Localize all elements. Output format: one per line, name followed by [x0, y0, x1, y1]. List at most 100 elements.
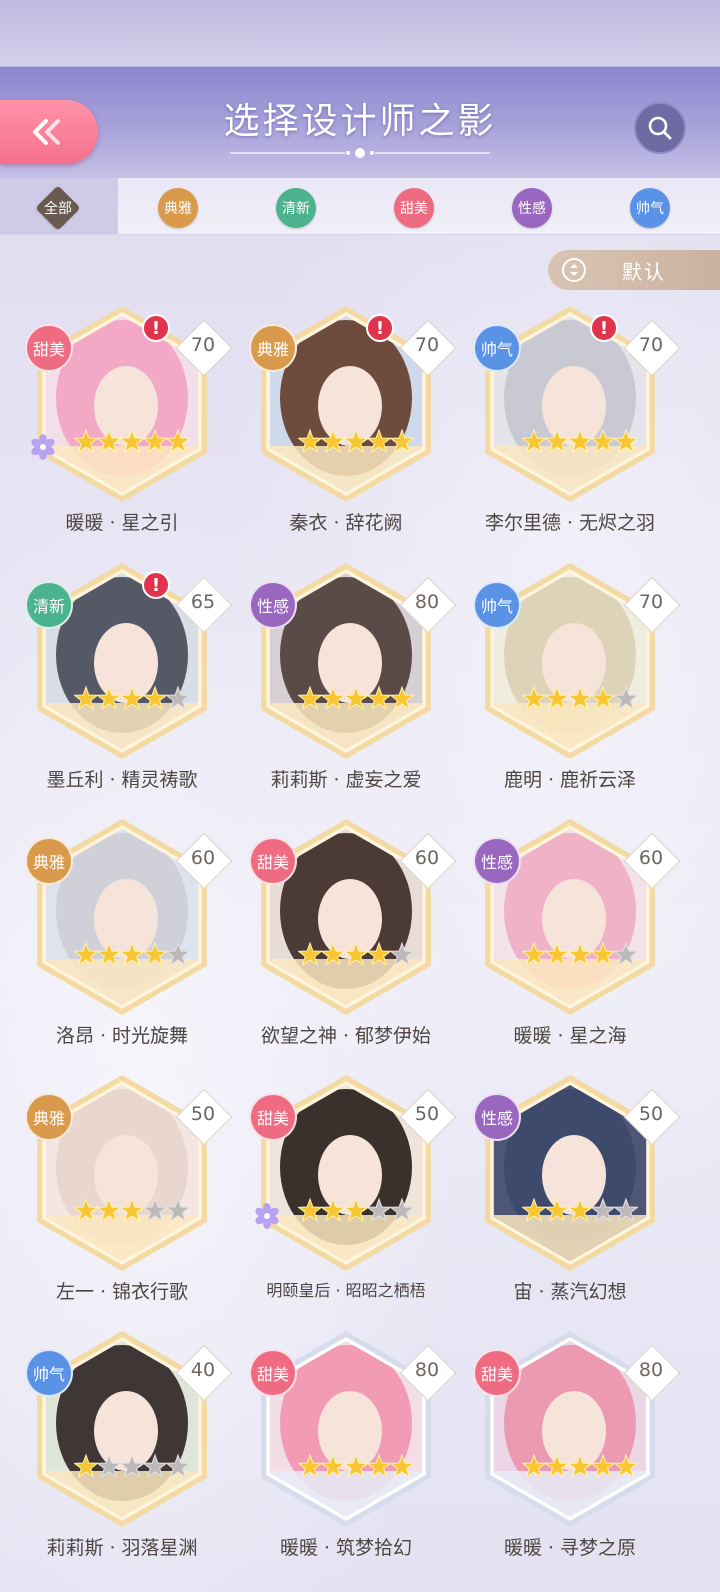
designer-card[interactable]: 清新 65! 墨丘利 · 精灵祷歌: [22, 563, 233, 813]
level-value: 70: [190, 334, 216, 356]
search-button[interactable]: [634, 102, 686, 154]
star-filled-icon: [567, 1453, 593, 1478]
style-badge: 帅气: [473, 581, 521, 629]
style-badge: 帅气: [473, 324, 521, 372]
star-filled-icon: [522, 941, 547, 966]
sort-icon: [562, 258, 586, 282]
designer-name: 秦衣 · 辞花阙: [289, 512, 403, 534]
style-filter-tabs: 全部 典雅 清新 甜美 性感 帅气: [0, 178, 720, 235]
star-filled-icon: [96, 941, 122, 966]
star-filled-icon: [142, 685, 168, 710]
star-empty-icon: [165, 1453, 191, 1478]
star-empty-icon: [389, 1197, 415, 1222]
star-filled-icon: [320, 1197, 346, 1222]
star-filled-icon: [320, 941, 346, 966]
star-filled-icon: [366, 941, 392, 966]
designer-card[interactable]: 性感 80 莉莉斯 · 虚妄之爱: [246, 563, 457, 813]
level-value: 60: [638, 847, 664, 869]
star-empty-icon: [165, 941, 191, 966]
star-filled-icon: [74, 941, 99, 966]
star-filled-icon: [590, 428, 616, 453]
designer-name: 暖暖 · 星之海: [513, 1025, 627, 1047]
star-empty-icon: [613, 1197, 639, 1222]
designer-card[interactable]: 甜美 50 明颐皇后 · 昭昭之栖梧: [246, 1075, 457, 1325]
sort-label: 默认: [622, 259, 666, 284]
star-filled-icon: [544, 941, 570, 966]
level-value: 60: [414, 847, 440, 869]
star-filled-icon: [366, 685, 392, 710]
flower-icon: [255, 1203, 279, 1229]
star-filled-icon: [119, 1197, 145, 1222]
style-badge: 性感: [473, 837, 521, 885]
designer-name: 李尔里德 · 无烬之羽: [484, 512, 656, 534]
designer-card[interactable]: 帅气 70 鹿明 · 鹿祈云泽: [470, 563, 681, 813]
designer-card[interactable]: 帅气 40 莉莉斯 · 羽落星渊: [22, 1331, 233, 1581]
star-empty-icon: [613, 941, 639, 966]
designer-card[interactable]: 甜美 80 暖暖 · 寻梦之原: [470, 1331, 681, 1581]
tab-2[interactable]: 清新: [276, 188, 316, 228]
designer-card[interactable]: 典雅 60 洛昂 · 时光旋舞: [22, 819, 233, 1069]
tab-4[interactable]: 性感: [512, 188, 552, 228]
star-filled-icon: [590, 941, 616, 966]
star-filled-icon: [142, 428, 168, 453]
star-filled-icon: [544, 428, 570, 453]
star-filled-icon: [522, 1453, 547, 1478]
star-filled-icon: [74, 1453, 99, 1478]
star-rating: [522, 685, 639, 710]
level-value: 65: [190, 591, 216, 613]
star-filled-icon: [389, 428, 415, 453]
star-rating: [298, 1197, 415, 1222]
designer-card[interactable]: 帅气 70! 李尔里德 · 无烬之羽: [470, 306, 681, 556]
star-filled-icon: [298, 1453, 323, 1478]
star-filled-icon: [320, 428, 346, 453]
star-rating: [298, 428, 415, 453]
style-badge: 甜美: [249, 837, 297, 885]
star-filled-icon: [590, 685, 616, 710]
star-filled-icon: [389, 685, 415, 710]
star-filled-icon: [74, 685, 99, 710]
designer-card[interactable]: 性感 60 暖暖 · 星之海: [470, 819, 681, 1069]
star-empty-icon: [590, 1197, 616, 1222]
tab-1[interactable]: 典雅: [158, 188, 198, 228]
star-rating: [522, 428, 639, 453]
star-rating: [74, 1453, 191, 1478]
tab-5[interactable]: 帅气: [630, 188, 670, 228]
level-value: 50: [638, 1103, 664, 1125]
designer-card[interactable]: 甜美 60 欲望之神 · 郁梦伊始: [246, 819, 457, 1069]
star-empty-icon: [142, 1453, 168, 1478]
designer-name: 鹿明 · 鹿祈云泽: [503, 769, 637, 791]
level-value: 70: [638, 334, 664, 356]
tab-label: 清新: [282, 201, 310, 217]
level-value: 80: [638, 1359, 664, 1381]
designer-name: 明颐皇后 · 昭昭之栖梧: [266, 1281, 426, 1300]
star-rating: [74, 1197, 191, 1222]
star-filled-icon: [343, 1453, 369, 1478]
star-filled-icon: [522, 1197, 547, 1222]
sort-button[interactable]: 默认: [548, 250, 720, 290]
designer-card[interactable]: 甜美 80 暖暖 · 筑梦拾幻: [246, 1331, 457, 1581]
star-filled-icon: [590, 1453, 616, 1478]
star-rating: [298, 941, 415, 966]
star-filled-icon: [544, 1197, 570, 1222]
star-filled-icon: [119, 941, 145, 966]
designer-name: 暖暖 · 星之引: [65, 512, 179, 534]
star-empty-icon: [389, 941, 415, 966]
star-filled-icon: [567, 1197, 593, 1222]
tab-3[interactable]: 甜美: [394, 188, 434, 228]
designer-card[interactable]: 典雅 50 左一 · 锦衣行歌: [22, 1075, 233, 1325]
star-filled-icon: [522, 685, 547, 710]
level-value: 40: [190, 1359, 216, 1381]
star-empty-icon: [142, 1197, 168, 1222]
designer-name: 洛昂 · 时光旋舞: [55, 1025, 189, 1047]
level-value: 70: [414, 334, 440, 356]
star-filled-icon: [320, 685, 346, 710]
star-rating: [298, 1453, 415, 1478]
designer-name: 暖暖 · 寻梦之原: [503, 1537, 637, 1559]
top-decor-bar: [0, 0, 720, 66]
tab-label: 帅气: [636, 201, 664, 217]
designer-card[interactable]: 性感 50 宙 · 蒸汽幻想: [470, 1075, 681, 1325]
designer-card[interactable]: 典雅 70! 秦衣 · 辞花阙: [246, 306, 457, 556]
style-badge: 清新: [25, 581, 73, 629]
designer-card[interactable]: 甜美 70! 暖暖 · 星之引: [22, 306, 233, 556]
star-empty-icon: [119, 1453, 145, 1478]
